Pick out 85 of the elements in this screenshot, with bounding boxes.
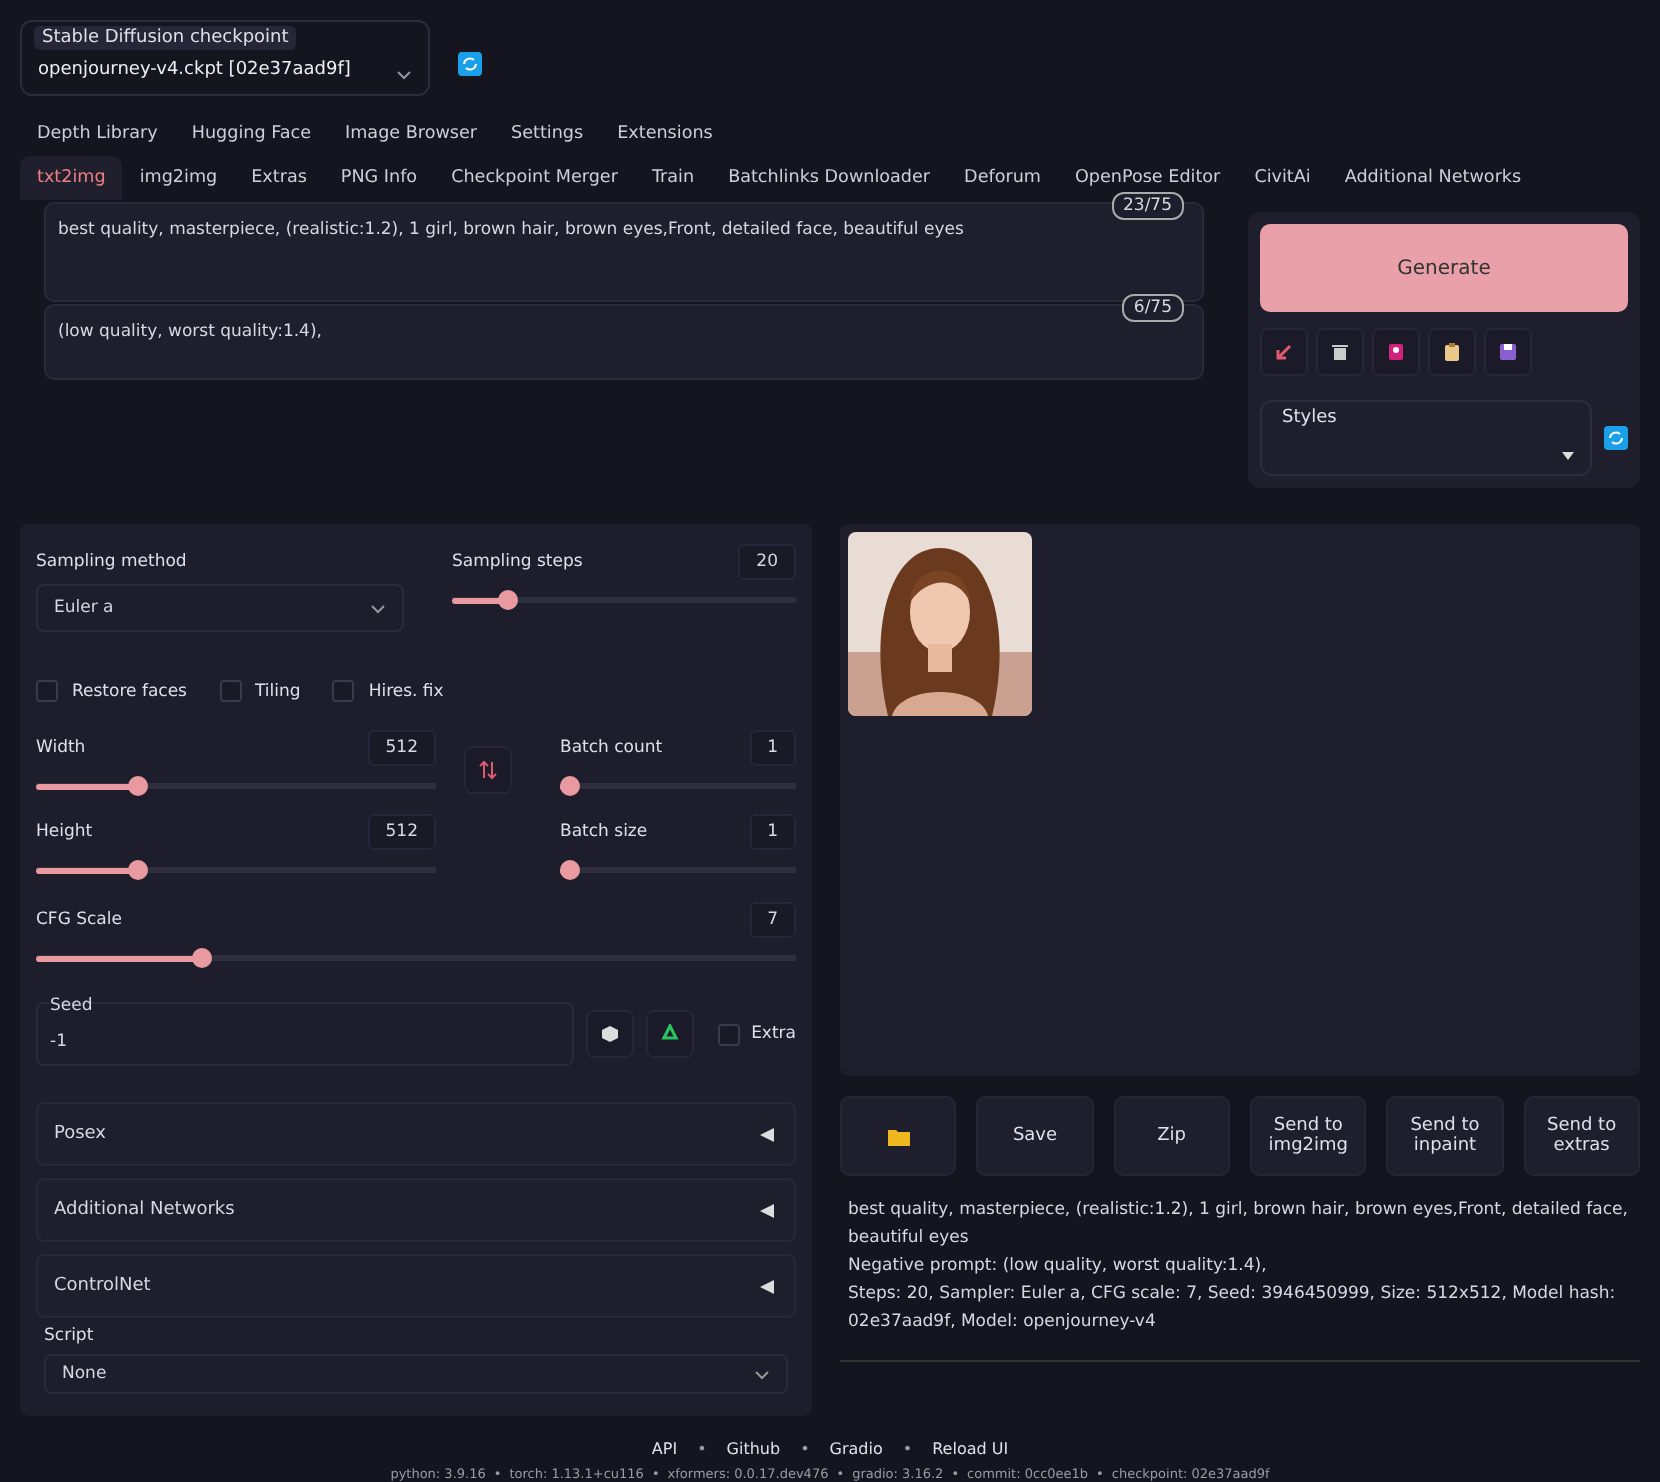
output-button[interactable]: Send to img2img xyxy=(1249,1096,1367,1176)
chevron-down-icon xyxy=(754,1369,770,1379)
tab[interactable]: Additional Networks xyxy=(1327,156,1539,200)
picture-card-icon[interactable] xyxy=(1372,328,1420,376)
slider-label: Width xyxy=(36,738,86,758)
slider-label: Batch size xyxy=(560,822,648,842)
tab[interactable]: Extras xyxy=(234,156,324,200)
tab[interactable]: Depth Library xyxy=(20,112,175,156)
separator-dot: • xyxy=(697,1440,707,1458)
chevron-down-icon xyxy=(370,603,386,613)
refresh-icon[interactable] xyxy=(1604,426,1628,450)
trash-icon[interactable] xyxy=(1316,328,1364,376)
seed-field[interactable]: Seed -1 xyxy=(36,1002,574,1066)
save-icon[interactable] xyxy=(1484,328,1532,376)
checkbox-label: Hires. fix xyxy=(368,681,444,701)
tab[interactable]: Extensions xyxy=(600,112,730,156)
checkbox[interactable] xyxy=(717,1023,740,1045)
footer-link[interactable]: API xyxy=(651,1440,678,1458)
accordion-title: ControlNet xyxy=(54,1276,151,1296)
number-field[interactable]: 20 xyxy=(738,544,796,580)
token-counter: 23/75 xyxy=(1111,192,1184,220)
tab[interactable]: PNG Info xyxy=(323,156,435,200)
checkbox-label: Tiling xyxy=(255,681,301,701)
tab[interactable]: Checkpoint Merger xyxy=(434,156,635,200)
tab[interactable]: Hugging Face xyxy=(174,112,329,156)
slider-thumb[interactable] xyxy=(497,590,518,610)
tab[interactable]: CivitAi xyxy=(1237,156,1328,200)
field-label: Script xyxy=(44,1326,96,1346)
swap-icon[interactable] xyxy=(464,746,512,794)
generation-info-text: Steps: 20, Sampler: Euler a, CFG scale: 7, Seed: 3946450999, Size: 512x512, Model hash: 02e37aad9f, Model: openjourney-v4 xyxy=(848,1282,1618,1336)
separator-dot: • xyxy=(800,1440,810,1458)
output-button[interactable]: Send to inpaint xyxy=(1386,1096,1504,1176)
tab[interactable]: Settings xyxy=(494,112,601,156)
checkbox[interactable] xyxy=(219,680,241,702)
tab[interactable]: Deforum xyxy=(947,156,1058,200)
checkbox[interactable] xyxy=(36,680,58,702)
tab[interactable]: Batchlinks Downloader xyxy=(711,156,948,200)
folder-icon xyxy=(887,1127,910,1145)
footer-link[interactable]: Reload UI xyxy=(932,1440,1009,1458)
slider-thumb[interactable] xyxy=(560,776,580,796)
slider-label: CFG Scale xyxy=(36,910,122,930)
generation-info-text: Negative prompt: (low quality, worst quality:1.4), xyxy=(848,1254,1269,1280)
accordion-title: Posex xyxy=(54,1124,107,1144)
checkbox-label: Restore faces xyxy=(72,681,187,701)
checkbox-label: Extra xyxy=(751,1024,796,1044)
slider-thumb[interactable] xyxy=(191,948,212,968)
number-field[interactable]: 7 xyxy=(749,902,796,938)
checkpoint-dropdown[interactable]: Stable Diffusion checkpoint openjourney-v4.ckpt [02e37aad9f] xyxy=(20,20,430,96)
footer-link[interactable]: Gradio xyxy=(829,1440,883,1458)
accordion-header[interactable]: Posex xyxy=(36,1102,796,1166)
slider-thumb[interactable] xyxy=(560,860,580,880)
footer-link[interactable]: Github xyxy=(726,1440,781,1458)
number-field[interactable]: 1 xyxy=(749,730,796,766)
folder-button[interactable] xyxy=(840,1096,957,1176)
sampling-method-dropdown[interactable]: Euler a xyxy=(36,584,404,632)
number-field[interactable]: 512 xyxy=(367,814,436,850)
script-dropdown[interactable]: None xyxy=(44,1354,788,1394)
token-counter: 6/75 xyxy=(1121,294,1184,322)
tab[interactable]: Train xyxy=(634,156,712,200)
styles-dropdown[interactable]: Styles xyxy=(1260,400,1592,476)
clipboard-icon[interactable] xyxy=(1428,328,1476,376)
slider-thumb[interactable] xyxy=(127,776,148,796)
generation-info-text: best quality, masterpiece, (realistic:1.2), 1 girl, brown hair, brown eyes,Front, detailed face, beautiful eyes xyxy=(848,1198,1630,1252)
generate-button[interactable]: Generate xyxy=(1260,224,1628,312)
number-field[interactable]: 512 xyxy=(367,730,436,766)
tab[interactable]: img2img xyxy=(122,156,235,200)
slider-label: Height xyxy=(36,822,93,842)
accordion-title: Additional Networks xyxy=(54,1200,235,1220)
number-field[interactable]: 1 xyxy=(749,814,796,850)
field-label: Sampling method xyxy=(36,552,189,572)
chevron-down-icon xyxy=(396,70,412,80)
output-button[interactable]: Zip xyxy=(1113,1096,1230,1176)
output-button[interactable]: Save xyxy=(976,1096,1094,1176)
output-button[interactable]: Send to extras xyxy=(1523,1096,1640,1176)
refresh-icon[interactable] xyxy=(458,52,482,76)
slider-label: Sampling steps xyxy=(452,552,583,572)
tab[interactable]: Image Browser xyxy=(328,112,495,156)
caret-down-icon xyxy=(1562,452,1574,460)
accordion-header[interactable]: ControlNet xyxy=(36,1254,796,1318)
separator-dot: • xyxy=(902,1440,913,1458)
checkbox[interactable] xyxy=(332,680,355,702)
slider-thumb[interactable] xyxy=(127,860,148,880)
slider-label: Batch count xyxy=(560,738,663,758)
accordion-header[interactable]: Additional Networks xyxy=(36,1178,796,1242)
tab[interactable]: txt2img xyxy=(20,156,123,200)
